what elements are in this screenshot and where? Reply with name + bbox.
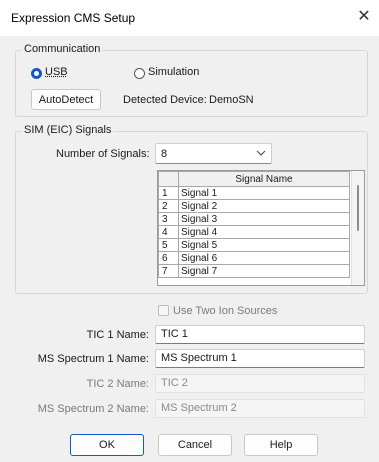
- close-icon[interactable]: ✕: [355, 8, 373, 26]
- number-of-signals-value: 8: [161, 148, 168, 160]
- communication-legend: Communication: [22, 43, 103, 55]
- table-row[interactable]: 1 Signal 1: [158, 186, 350, 200]
- usb-radio-label[interactable]: USB: [45, 66, 68, 78]
- scrollbar-thumb[interactable]: [357, 185, 359, 231]
- signal-name-cell[interactable]: Signal 4: [178, 225, 350, 239]
- tic2-name-field[interactable]: TIC 2: [155, 374, 365, 393]
- grid-scrollbar[interactable]: [351, 171, 364, 285]
- row-number: 7: [158, 264, 179, 278]
- signal-grid[interactable]: Signal Name 1 Signal 1 2 Signal 2 3 Signal …: [157, 170, 365, 286]
- ok-button[interactable]: OK: [70, 434, 144, 456]
- usb-radio[interactable]: [31, 68, 42, 79]
- row-number: 2: [158, 199, 179, 213]
- row-number: 3: [158, 212, 179, 226]
- row-number: 6: [158, 251, 179, 265]
- detected-device-value: DemoSN: [209, 94, 254, 106]
- tic1-name-label: TIC 1 Name:: [86, 329, 149, 341]
- simulation-radio-label[interactable]: Simulation: [148, 66, 199, 78]
- chevron-down-icon: [256, 148, 266, 158]
- help-button[interactable]: Help: [244, 434, 318, 456]
- table-row[interactable]: 2 Signal 2: [158, 199, 350, 213]
- grid-header-row: Signal Name: [158, 171, 350, 187]
- ms2-name-label: MS Spectrum 2 Name:: [37, 403, 149, 415]
- sim-signals-legend: SIM (EIC) Signals: [22, 124, 114, 136]
- autodetect-button[interactable]: AutoDetect: [31, 89, 101, 110]
- ms2-name-field[interactable]: MS Spectrum 2: [155, 399, 365, 418]
- ms1-name-label: MS Spectrum 1 Name:: [37, 353, 149, 365]
- row-number: 5: [158, 238, 179, 252]
- signal-name-cell[interactable]: Signal 3: [178, 212, 350, 226]
- signal-name-cell[interactable]: Signal 2: [178, 199, 350, 213]
- cancel-button[interactable]: Cancel: [158, 434, 232, 456]
- tic1-name-field[interactable]: TIC 1: [155, 325, 365, 344]
- grid-header-signal-name: Signal Name: [178, 171, 350, 187]
- tic2-name-label: TIC 2 Name:: [86, 378, 149, 390]
- grid-corner: [158, 171, 179, 187]
- simulation-radio[interactable]: [134, 68, 145, 79]
- table-row[interactable]: 7 Signal 7: [158, 264, 350, 278]
- signal-name-cell[interactable]: Signal 5: [178, 238, 350, 252]
- table-row[interactable]: 6 Signal 6: [158, 251, 350, 265]
- signal-name-cell[interactable]: Signal 6: [178, 251, 350, 265]
- window-title: Expression CMS Setup: [11, 11, 136, 25]
- ms1-name-field[interactable]: MS Spectrum 1: [155, 349, 365, 368]
- table-row[interactable]: 5 Signal 5: [158, 238, 350, 252]
- signal-table: Signal Name 1 Signal 1 2 Signal 2 3 Signal …: [158, 171, 350, 278]
- table-row[interactable]: 3 Signal 3: [158, 212, 350, 226]
- two-ion-sources-checkbox[interactable]: [158, 305, 169, 316]
- number-of-signals-select[interactable]: 8: [155, 143, 272, 164]
- detected-device-label: Detected Device:: [123, 94, 207, 106]
- table-row[interactable]: 4 Signal 4: [158, 225, 350, 239]
- number-of-signals-label: Number of Signals:: [56, 148, 150, 160]
- signal-name-cell[interactable]: Signal 1: [178, 186, 350, 200]
- row-number: 4: [158, 225, 179, 239]
- two-ion-sources-label: Use Two Ion Sources: [173, 305, 278, 317]
- signal-name-cell[interactable]: Signal 7: [178, 264, 350, 278]
- row-number: 1: [158, 186, 179, 200]
